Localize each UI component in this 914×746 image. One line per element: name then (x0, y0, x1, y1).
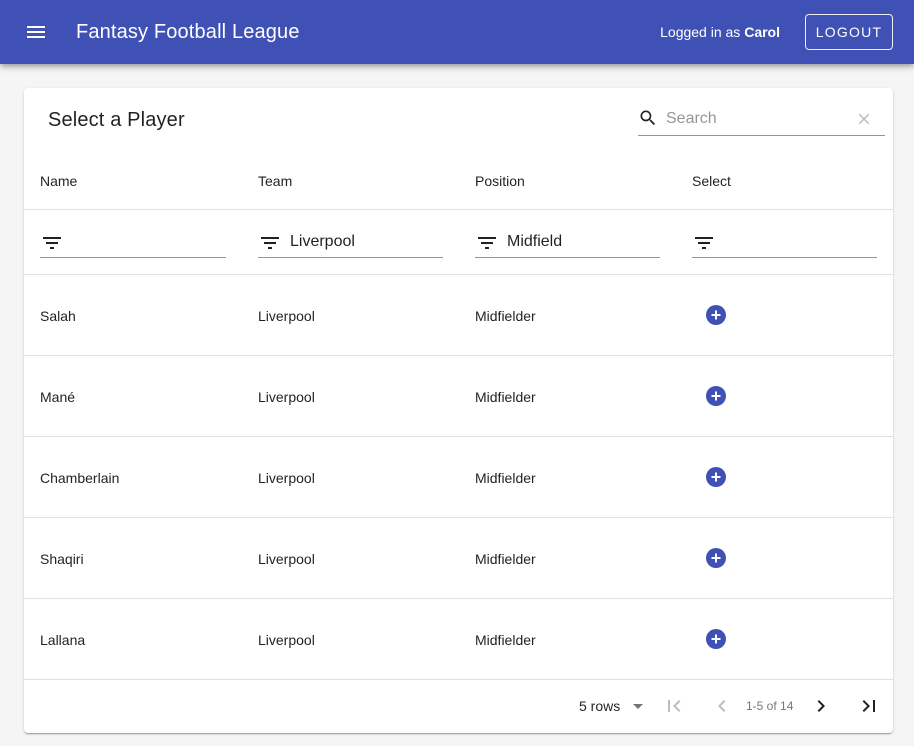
column-header-position[interactable]: Position (475, 174, 525, 188)
next-page-icon[interactable] (809, 694, 833, 718)
player-team: Liverpool (258, 632, 315, 648)
player-team: Liverpool (258, 470, 315, 486)
player-position: Midfielder (475, 551, 536, 567)
filter-icon (40, 231, 64, 255)
player-select-card: Select a Player Name Team Position Selec… (24, 88, 893, 733)
card-title: Select a Player (48, 109, 185, 131)
user-name: Carol (744, 24, 780, 40)
app-bar: Fantasy Football League Logged in as Car… (0, 0, 914, 64)
add-circle-icon[interactable] (706, 386, 726, 406)
search-input[interactable] (666, 107, 846, 131)
table-row: Lallana Liverpool Midfielder (24, 599, 893, 680)
menu-icon[interactable] (24, 20, 48, 44)
filter-team-input[interactable] (290, 231, 440, 253)
player-name: Mané (40, 389, 76, 405)
filter-icon (258, 231, 282, 255)
add-circle-icon[interactable] (706, 305, 726, 325)
logout-button[interactable]: LOGOUT (805, 14, 893, 50)
player-position: Midfielder (475, 308, 536, 324)
divider (24, 209, 893, 210)
add-circle-icon[interactable] (706, 548, 726, 568)
search-icon (638, 108, 658, 128)
player-team: Liverpool (258, 551, 315, 567)
clear-icon[interactable] (855, 110, 873, 128)
page-range: 1-5 of 14 (746, 699, 794, 713)
add-circle-icon[interactable] (706, 629, 726, 649)
last-page-icon[interactable] (857, 694, 881, 718)
table-row: Mané Liverpool Midfielder (24, 356, 893, 437)
filter-position-input[interactable] (507, 231, 657, 253)
column-header-select: Select (692, 173, 731, 189)
pagination: 5 rows 1-5 of 14 (24, 680, 893, 733)
previous-page-icon[interactable] (710, 694, 734, 718)
player-name: Lallana (40, 632, 86, 648)
player-name: Shaqiri (40, 551, 84, 567)
filter-position (475, 227, 660, 258)
first-page-icon[interactable] (662, 694, 686, 718)
player-position: Midfielder (475, 470, 536, 486)
logged-in-label: Logged in as (660, 24, 741, 40)
logged-in-status: Logged in as Carol (660, 24, 780, 40)
app-title: Fantasy Football League (76, 21, 300, 43)
filter-icon (475, 231, 499, 255)
player-position: Midfielder (475, 389, 536, 405)
filter-name-input[interactable] (72, 231, 222, 253)
column-header-team[interactable]: Team (258, 174, 292, 188)
dropdown-arrow-icon[interactable] (632, 698, 644, 714)
player-team: Liverpool (258, 308, 315, 324)
player-team: Liverpool (258, 389, 315, 405)
table-row: Salah Liverpool Midfielder (24, 275, 893, 356)
table-row: Chamberlain Liverpool Midfielder (24, 437, 893, 518)
filter-select-input[interactable] (724, 231, 874, 253)
filter-name (40, 227, 226, 258)
filter-team (258, 227, 443, 258)
search-field (638, 103, 885, 136)
rows-per-page-select[interactable]: 5 rows (579, 698, 620, 714)
table-row: Shaqiri Liverpool Midfielder (24, 518, 893, 599)
filter-select (692, 227, 877, 258)
filter-icon (692, 231, 716, 255)
player-name: Salah (40, 308, 76, 324)
player-position: Midfielder (475, 632, 536, 648)
player-name: Chamberlain (40, 470, 120, 486)
column-header-name[interactable]: Name (40, 174, 77, 188)
add-circle-icon[interactable] (706, 467, 726, 487)
